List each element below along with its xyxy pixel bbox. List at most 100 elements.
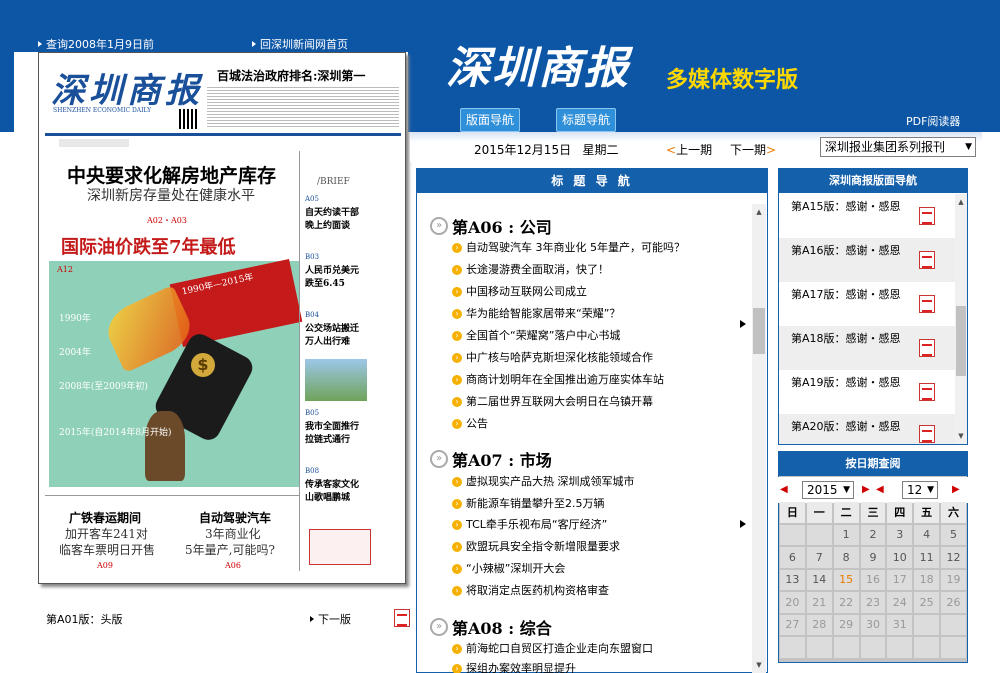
- newspaper-text-block: [207, 85, 399, 127]
- qr-code: [179, 109, 199, 129]
- series-select[interactable]: 深圳报业集团系列报刊 ▼: [820, 137, 976, 157]
- article-link[interactable]: › 公告: [452, 415, 488, 431]
- newspaper-masthead: 深圳商报: [51, 71, 203, 111]
- calendar-day: 22: [833, 592, 859, 613]
- article-link[interactable]: › 全国首个“荣耀窝”落户中心书城: [452, 327, 620, 343]
- article-link[interactable]: › 商商计划明年在全国推出逾万座实体车站: [452, 371, 664, 387]
- arrow-bullet-icon: ›: [452, 664, 462, 673]
- query-date-label: 查询2008年1月9日前: [46, 38, 154, 51]
- expand-arrow-icon[interactable]: [740, 320, 746, 328]
- story-auto-title: 自动驾驶汽车: [199, 511, 272, 525]
- calendar-day[interactable]: 13: [780, 569, 805, 590]
- expand-arrow-icon[interactable]: [740, 520, 746, 528]
- pdf-reader-link[interactable]: PDF阅读器: [906, 113, 960, 129]
- calendar-day[interactable]: 5: [941, 524, 966, 545]
- calendar-header: 按日期查阅: [779, 452, 967, 476]
- article-link[interactable]: › 长途漫游费全面取消，快了！: [452, 261, 609, 277]
- article-link[interactable]: › 将取消定点医药机构资格审查: [452, 582, 609, 598]
- scroll-down-icon[interactable]: ▼: [955, 430, 967, 442]
- calendar-day[interactable]: 11: [914, 547, 940, 568]
- article-link[interactable]: › 新能源车销量攀升至2.5万辆: [452, 495, 605, 511]
- page-nav-scrollbar[interactable]: ▲ ▼: [955, 194, 967, 444]
- article-link[interactable]: › 探组办案效率明显提升: [452, 660, 576, 673]
- article-title: 第二届世界互联网大会明日在乌镇开幕: [466, 395, 653, 408]
- title-nav-scrollbar[interactable]: ▲ ▼: [752, 204, 766, 673]
- pdf-icon[interactable]: [919, 251, 935, 269]
- article-link[interactable]: › 前海蛇口自贸区打造企业走向东盟窗口: [452, 640, 653, 656]
- query-date-link[interactable]: 查询2008年1月9日前: [38, 38, 154, 52]
- article-link[interactable]: › 第二届世界互联网大会明日在乌镇开幕: [452, 393, 653, 409]
- next-page-label: 下一版: [318, 613, 351, 626]
- pdf-icon[interactable]: [919, 425, 935, 443]
- article-link[interactable]: › 中国移动互联网公司成立: [452, 283, 587, 299]
- article-link[interactable]: › 中广核与哈萨克斯坦深化核能领域合作: [452, 349, 653, 365]
- article-link[interactable]: › 欧盟玩具安全指令新增限量要求: [452, 538, 620, 554]
- infographic-year-2015: 2015年(自2014年8月开始): [59, 428, 172, 438]
- prev-year-icon[interactable]: ◀: [780, 484, 788, 495]
- triangle-icon: [310, 616, 314, 622]
- arrow-bullet-icon: ›: [452, 477, 462, 487]
- brief-title: 我市全面推行拉链式通行: [305, 422, 360, 445]
- brief-code: B03: [305, 253, 320, 261]
- page-nav-header: 深圳商报版面导航: [779, 169, 967, 193]
- pdf-icon[interactable]: [919, 295, 935, 313]
- article-link[interactable]: › “小辣椒”深圳开大会: [452, 560, 565, 576]
- article-link[interactable]: › TCL牵手乐视布局“客厅经济”: [452, 516, 607, 532]
- month-select[interactable]: 12 ▼: [902, 481, 938, 499]
- calendar-day[interactable]: 3: [887, 524, 913, 545]
- article-link[interactable]: › 华为能给智能家居带来“荣耀”？: [452, 305, 620, 321]
- arrow-bullet-icon: ›: [452, 499, 462, 509]
- next-month-icon[interactable]: ▶: [952, 484, 960, 495]
- scrollbar-thumb[interactable]: [753, 308, 765, 354]
- section-heading[interactable]: » 第A08 : 综合: [430, 615, 552, 639]
- section-heading[interactable]: » 第A07 : 市场: [430, 447, 552, 471]
- calendar-day[interactable]: 2: [860, 524, 886, 545]
- article-link[interactable]: › 自动驾驶汽车 3年商业化 5年量产，可能吗？: [452, 239, 685, 255]
- calendar-week-row: 6 7 8 9 10 11 12: [780, 547, 966, 568]
- newspaper-page[interactable]: 深圳商报 SHENZHEN ECONOMIC DAILY 百城法治政府排名:深圳…: [38, 52, 406, 584]
- section-heading[interactable]: » 第A06 : 公司: [430, 214, 552, 238]
- calendar-day[interactable]: 7: [806, 547, 832, 568]
- dollar-icon: $: [191, 353, 215, 377]
- home-link[interactable]: 回深圳新闻网首页: [252, 38, 348, 52]
- weekday-label: 五: [914, 502, 940, 523]
- year-select[interactable]: 2015 ▼: [802, 481, 854, 499]
- next-issue-link[interactable]: 下一期>: [730, 141, 776, 158]
- pdf-icon[interactable]: [919, 339, 935, 357]
- scroll-up-icon[interactable]: ▲: [752, 206, 766, 218]
- prev-issue-label: 上一期: [676, 143, 713, 157]
- weekday-label: 四: [887, 502, 913, 523]
- article-link[interactable]: › 虚拟现实产品大热 深圳成领军城市: [452, 473, 635, 489]
- next-year-icon[interactable]: ▶: [862, 484, 870, 495]
- prev-month-icon[interactable]: ◀: [876, 484, 884, 495]
- calendar-day-today[interactable]: 15: [833, 569, 859, 590]
- bear-graphic: [145, 411, 185, 481]
- page-nav-item-label: 第A18版：感谢・感恩: [791, 332, 901, 345]
- scroll-down-icon[interactable]: ▼: [752, 659, 766, 671]
- calendar-day[interactable]: 14: [806, 569, 832, 590]
- calendar-day[interactable]: 12: [941, 547, 966, 568]
- pdf-icon[interactable]: [919, 383, 935, 401]
- page-nav-button[interactable]: 版面导航: [460, 108, 520, 132]
- next-page-link[interactable]: 下一版: [310, 611, 351, 627]
- calendar-day[interactable]: 9: [860, 547, 886, 568]
- calendar-day[interactable]: 6: [780, 547, 805, 568]
- section-title: 第A07 : 市场: [452, 451, 552, 470]
- title-nav-button[interactable]: 标题导航: [556, 108, 616, 132]
- brief-code: B04: [305, 311, 320, 319]
- arrow-bullet-icon: ›: [452, 520, 462, 530]
- home-link-label: 回深圳新闻网首页: [260, 38, 348, 51]
- pdf-icon[interactable]: [919, 207, 935, 225]
- brief-header: /BRIEF: [317, 177, 350, 187]
- calendar-day[interactable]: 1: [833, 524, 859, 545]
- calendar-day[interactable]: 4: [914, 524, 940, 545]
- pdf-icon[interactable]: [394, 609, 410, 627]
- calendar-day[interactable]: 8: [833, 547, 859, 568]
- page-nav-panel: 深圳商报版面导航 第A15版：感谢・感恩 第A16版：感谢・感恩 第A17版：感…: [778, 168, 968, 445]
- calendar-day[interactable]: 10: [887, 547, 913, 568]
- page-nav-item-label: 第A15版：感谢・感恩: [791, 200, 901, 213]
- scroll-up-icon[interactable]: ▲: [955, 196, 967, 208]
- prev-issue-link[interactable]: <上一期: [666, 141, 712, 158]
- issue-date-text: 2015年12月15日: [474, 143, 572, 157]
- scrollbar-thumb[interactable]: [956, 306, 966, 376]
